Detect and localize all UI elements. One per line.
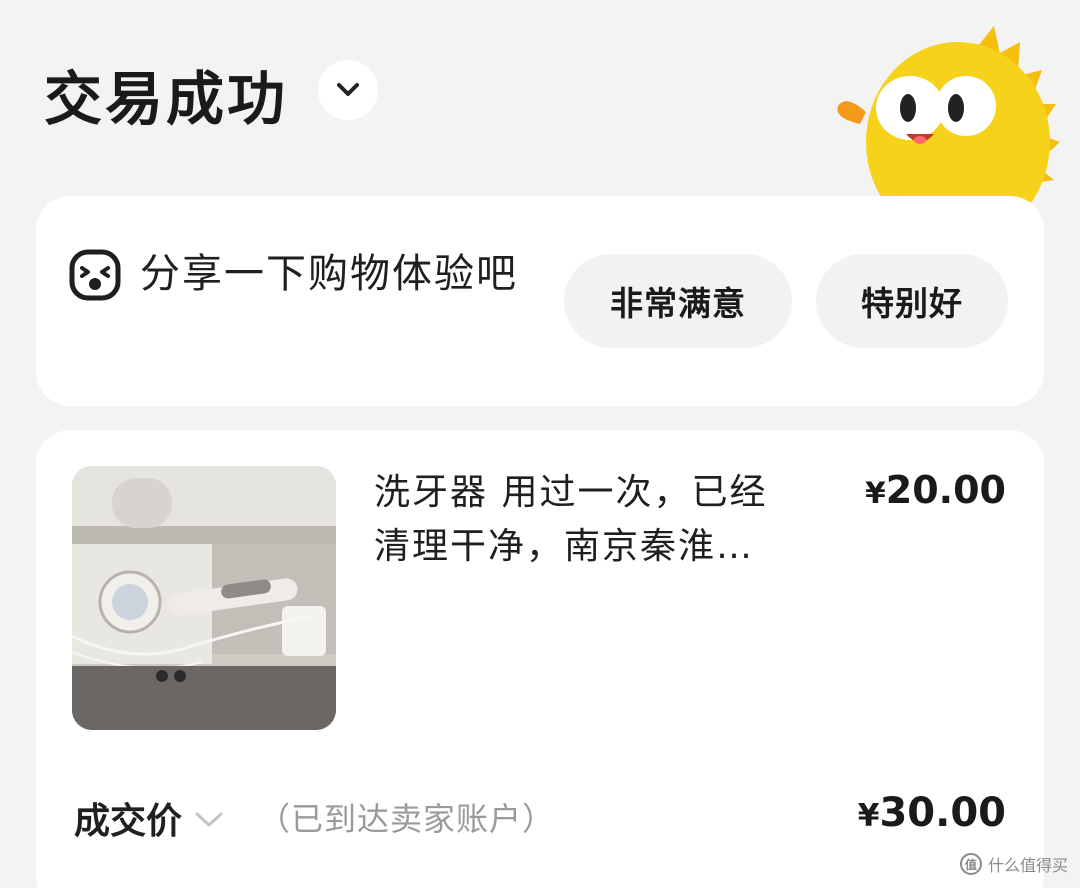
product-title[interactable]: 洗牙器 用过一次，已经 清理干净，南京秦淮…: [374, 466, 814, 574]
currency-symbol: ¥: [865, 475, 886, 510]
rating-chip-very-satisfied[interactable]: 非常满意: [564, 254, 792, 348]
rating-chip-very-good[interactable]: 特别好: [816, 254, 1008, 348]
share-prompt-text: 分享一下购物体验吧: [140, 251, 518, 297]
deal-price-label: 成交价: [74, 801, 183, 842]
order-status-page: 交易成功 分享一下购物体验吧 非常满意 特别好 洗牙器 用过一次，已经 清理干净…: [0, 0, 1080, 888]
order-item-card: 洗牙器 用过一次，已经 清理干净，南京秦淮… ¥20.00 成交价 （已到达卖家…: [36, 430, 1044, 888]
status-expand-button[interactable]: [318, 60, 378, 120]
product-title-line-2: 清理干净，南京秦淮…: [374, 526, 755, 567]
watermark-text: 什么值得买: [987, 856, 1068, 875]
happy-face-icon: [69, 249, 121, 301]
final-price: ¥30.00: [858, 790, 1006, 836]
currency-symbol: ¥: [857, 798, 880, 834]
watermark: 值 什么值得买: [959, 852, 1068, 876]
product-title-line-1: 洗牙器 用过一次，已经: [374, 472, 768, 513]
final-price-value: 30.00: [879, 790, 1006, 836]
deal-price-note: （已到达卖家账户）: [258, 800, 556, 838]
chevron-down-icon: [337, 83, 359, 96]
chevron-down-icon: [195, 812, 223, 827]
page-title: 交易成功: [44, 65, 289, 133]
product-thumbnail[interactable]: [72, 466, 336, 730]
item-price-value: 20.00: [885, 468, 1006, 512]
item-price: ¥20.00: [865, 468, 1006, 512]
mascot-illustration: [828, 24, 1080, 202]
share-experience-card: 分享一下购物体验吧 非常满意 特别好: [36, 196, 1044, 406]
watermark-logo-icon: 值: [959, 853, 982, 875]
deal-price-toggle[interactable]: 成交价: [74, 792, 224, 844]
